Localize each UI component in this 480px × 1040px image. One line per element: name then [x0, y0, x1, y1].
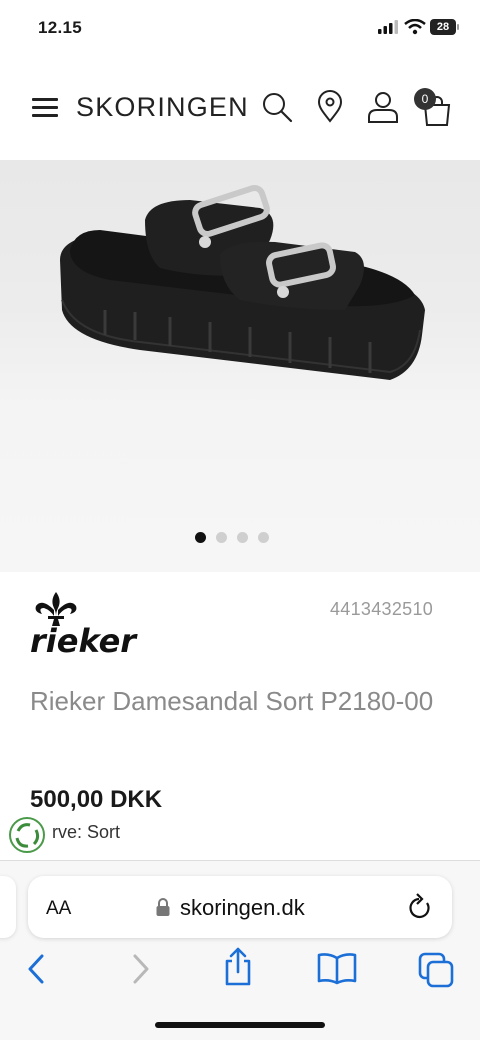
status-time: 12.15 — [38, 18, 83, 37]
tabs-icon[interactable] — [418, 952, 456, 988]
color-label: rve: Sort — [52, 822, 121, 842]
gallery-dot[interactable] — [258, 532, 269, 543]
signal-icon — [378, 20, 398, 34]
battery-tip — [457, 24, 459, 30]
aa-label: AA — [46, 898, 72, 919]
bookmarks-icon[interactable] — [316, 952, 358, 986]
forward-icon[interactable] — [127, 950, 153, 988]
gallery-dot[interactable] — [216, 532, 227, 543]
wifi-icon — [404, 19, 426, 35]
back-icon[interactable] — [24, 950, 50, 988]
gallery-dot[interactable] — [195, 532, 206, 543]
site-logo[interactable]: SKORINGEN — [76, 92, 249, 123]
recycle-icon[interactable] — [8, 816, 46, 854]
url-text[interactable]: skoringen.dk — [180, 895, 305, 921]
location-icon[interactable] — [313, 90, 347, 124]
lock-icon — [156, 898, 170, 916]
battery-icon: 28 — [430, 19, 456, 35]
product-image-gallery[interactable] — [0, 160, 480, 572]
product-price: 500,00 DKK — [30, 786, 163, 813]
cart-count-badge: 0 — [414, 88, 436, 110]
rieker-brand-logo[interactable]: rieker — [30, 590, 165, 656]
product-sku: 4413432510 — [330, 599, 434, 619]
user-icon[interactable] — [366, 90, 400, 124]
share-icon[interactable] — [222, 946, 254, 988]
search-icon[interactable] — [260, 90, 294, 124]
gallery-pagination[interactable] — [195, 530, 279, 548]
reader-settings-button[interactable]: AA — [46, 898, 71, 920]
menu-icon[interactable] — [32, 96, 60, 120]
product-image-sandal — [60, 184, 425, 380]
product-title: Rieker Damesandal Sort P2180-00 — [30, 686, 434, 716]
home-indicator[interactable] — [155, 1022, 325, 1028]
gallery-dot[interactable] — [237, 532, 248, 543]
svg-text:rieker: rieker — [30, 622, 138, 656]
reload-icon[interactable] — [407, 893, 433, 921]
previous-tab-peek[interactable] — [0, 876, 16, 938]
